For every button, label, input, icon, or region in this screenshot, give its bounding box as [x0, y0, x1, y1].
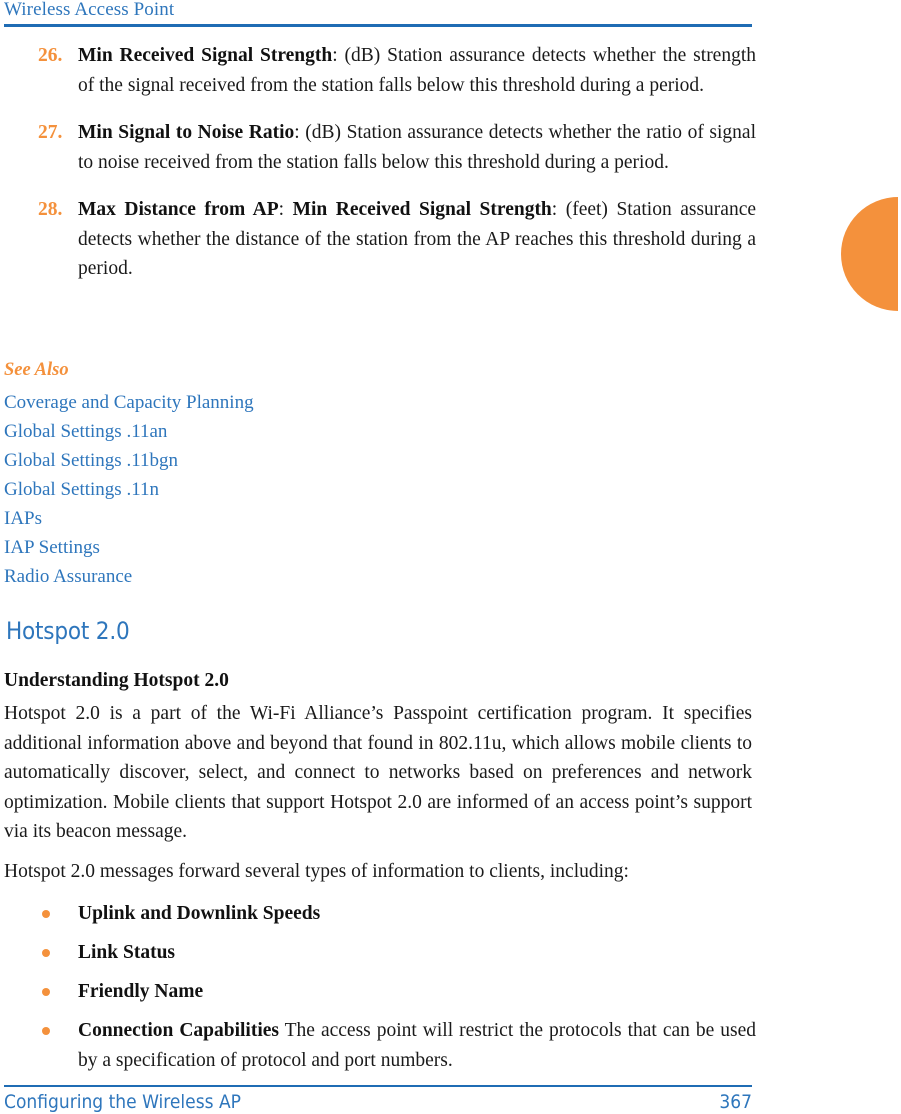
bullet-dot-icon: [42, 910, 50, 918]
bullet-dot-icon: [42, 949, 50, 957]
bullet-dot-icon: [42, 1027, 50, 1035]
see-also-block: See Also Coverage and Capacity Planning …: [4, 358, 744, 591]
list-item-term-secondary: Min Received Signal Strength: [292, 199, 552, 220]
numbered-list: 26. Min Received Signal Strength: (dB) St…: [0, 41, 756, 284]
list-item: Link Status: [0, 938, 756, 968]
body-paragraph: Hotspot 2.0 is a part of the Wi-Fi Allia…: [4, 703, 752, 842]
body-paragraph: Hotspot 2.0 messages forward several typ…: [4, 861, 629, 882]
see-also-link-global-settings-11an[interactable]: Global Settings .11an: [4, 417, 744, 446]
list-item-separator: :: [278, 199, 293, 220]
see-also-link-global-settings-11n[interactable]: Global Settings .11n: [4, 475, 744, 504]
list-item-term: Max Distance from AP: [78, 199, 279, 220]
see-also-heading: See Also: [4, 360, 69, 380]
list-item-number: 26.: [38, 45, 63, 66]
see-also-link-coverage-and-capacity-planning[interactable]: Coverage and Capacity Planning: [4, 388, 744, 417]
footer-chapter-title: Configuring the Wireless AP: [4, 1091, 241, 1113]
list-item-term: Friendly Name: [78, 981, 204, 1002]
chapter-thumb-tab: [841, 197, 898, 311]
list-item: Uplink and Downlink Speeds: [0, 899, 756, 929]
list-item-term: Uplink and Downlink Speeds: [78, 903, 321, 924]
see-also-link-iap-settings[interactable]: IAP Settings: [4, 533, 744, 562]
see-also-link-global-settings-11bgn[interactable]: Global Settings .11bgn: [4, 446, 744, 475]
bulleted-list: Uplink and Downlink Speeds Link Status F…: [0, 899, 756, 1085]
list-item: 27. Min Signal to Noise Ratio: (dB) Stati…: [0, 118, 756, 177]
section-subheading: Understanding Hotspot 2.0: [4, 670, 229, 691]
footer-page-number: 367: [719, 1091, 752, 1113]
list-item: 26. Min Received Signal Strength: (dB) St…: [0, 41, 756, 100]
page-footer: Configuring the Wireless AP 367: [4, 1090, 752, 1114]
running-header-title: Wireless Access Point: [4, 0, 175, 20]
see-also-link-radio-assurance[interactable]: Radio Assurance: [4, 562, 744, 591]
list-item-term: Min Signal to Noise Ratio: [78, 122, 295, 143]
list-item-number: 28.: [38, 199, 63, 220]
list-item-term: Link Status: [78, 942, 176, 963]
list-item: Connection Capabilities The access point…: [0, 1016, 756, 1075]
see-also-link-iaps[interactable]: IAPs: [4, 504, 744, 533]
footer-divider-rule: [4, 1085, 752, 1087]
list-item-number: 27.: [38, 122, 63, 143]
bullet-dot-icon: [42, 988, 50, 996]
list-item: Friendly Name: [0, 977, 756, 1007]
header-divider-rule: [4, 24, 752, 27]
list-item-term: Connection Capabilities: [78, 1020, 280, 1041]
section-heading: Hotspot 2.0: [6, 617, 130, 645]
list-item-term: Min Received Signal Strength: [78, 45, 333, 66]
list-item: 28. Max Distance from AP: Min Received Si…: [0, 195, 756, 284]
document-page: Wireless Access Point 26. Min Received Si…: [0, 0, 901, 1114]
